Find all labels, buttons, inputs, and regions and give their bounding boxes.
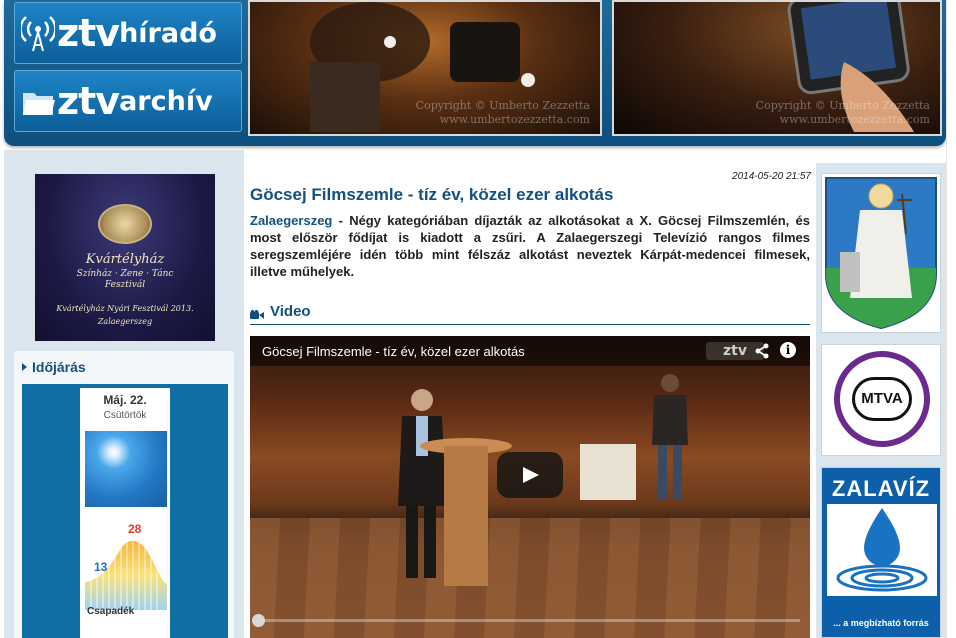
- video-frame-moderator: [652, 374, 688, 499]
- right-sidebar: MTVA ZALAVÍZ ... a megbízható forrás: [816, 163, 946, 638]
- ztv-archiv-link[interactable]: ztv archív: [14, 70, 242, 132]
- article-lead: Zalaegerszeg - Négy kategóriában díjaztá…: [250, 212, 810, 280]
- zalaviz-title: ZALAVÍZ: [831, 476, 931, 501]
- logo-hirado-text: híradó: [119, 17, 217, 49]
- folder-icon: [21, 81, 55, 121]
- header-photo-smartphone: Copyright © Umberto Zezzetta www.umberto…: [612, 0, 942, 136]
- weather-title[interactable]: Időjárás: [22, 359, 86, 375]
- photo-watermark-url: www.umbertozezzetta.com: [439, 113, 590, 126]
- temperature-high: 28: [128, 522, 142, 536]
- broadcast-icon: [19, 13, 57, 53]
- festival-banner[interactable]: Kvártélyház Színház · Zene · Tánc Feszti…: [35, 174, 215, 341]
- logo-archiv-text: archív: [119, 85, 213, 117]
- sunny-icon: [85, 431, 167, 507]
- share-icon[interactable]: [754, 343, 770, 359]
- ztv-hirado-link[interactable]: ztv híradó: [14, 2, 242, 64]
- weather-widget: Időjárás Máj. 22. Csütörtök 28 13 Csapad…: [14, 351, 234, 638]
- article-title: Göcsej Filmszemle - tíz év, közel ezer a…: [250, 185, 614, 204]
- left-sidebar: Kvártélyház Színház · Zene · Tánc Feszti…: [4, 150, 244, 638]
- video-progress-bar[interactable]: [260, 619, 800, 622]
- video-camera-icon: [250, 307, 264, 319]
- video-section-header: Video: [250, 303, 810, 325]
- zalaviz-tagline: ... a megbízható forrás: [833, 618, 929, 628]
- article-content: 2014-05-20 21:57 Göcsej Filmszemle - tíz…: [244, 150, 816, 638]
- site-header: ztv híradó ztv archív Copyright © Umbert…: [4, 0, 946, 146]
- photo-watermark: Copyright © Umberto Zezzetta: [415, 99, 590, 112]
- festival-subtitle-2: Fesztivál: [104, 280, 146, 290]
- video-progress-handle[interactable]: [252, 614, 265, 627]
- video-player[interactable]: Göcsej Filmszemle - tíz év, közel ezer a…: [250, 336, 810, 638]
- water-drop-icon: [827, 504, 937, 596]
- weather-day-card: Máj. 22. Csütörtök 28 13 Csapadék: [80, 388, 170, 638]
- weather-weekday: Csütörtök: [103, 410, 147, 421]
- weather-date: Máj. 22.: [103, 393, 147, 407]
- logo-ztv-text: ztv: [57, 11, 120, 55]
- header-photo-camera-crew: Copyright © Umberto Zezzetta www.umberto…: [248, 0, 602, 136]
- photo-watermark-url: www.umbertozezzetta.com: [779, 113, 930, 126]
- festival-city: Zalaegerszeg: [97, 317, 153, 326]
- article-location: Zalaegerszeg: [250, 213, 333, 228]
- info-icon[interactable]: i: [780, 342, 796, 358]
- festival-title: Kvártélyház: [85, 252, 165, 267]
- play-button[interactable]: [497, 452, 563, 498]
- zalaegerszeg-coat-of-arms[interactable]: [821, 173, 941, 333]
- video-frame-table: [580, 444, 636, 500]
- zalaviz-logo[interactable]: ZALAVÍZ ... a megbízható forrás: [821, 467, 941, 638]
- festival-footer: Kvártélyház Nyári Fesztivál 2013.: [56, 304, 194, 313]
- temperature-chart: 28 13: [85, 522, 167, 610]
- mtva-logo[interactable]: MTVA: [821, 344, 941, 456]
- triangle-right-icon: [22, 363, 27, 371]
- precipitation-label: Csapadék: [87, 606, 135, 617]
- temperature-low: 13: [94, 560, 108, 574]
- article-date: 2014-05-20 21:57: [732, 171, 811, 182]
- weather-panel: Máj. 22. Csütörtök 28 13 Csapadék: [22, 384, 228, 638]
- video-title[interactable]: Göcsej Filmszemle - tíz év, közel ezer a…: [262, 344, 525, 359]
- photo-watermark: Copyright © Umberto Zezzetta: [755, 99, 930, 112]
- article-lead-text: - Négy kategóriában díjazták az alkotáso…: [250, 213, 810, 279]
- theater-building-image: [98, 204, 152, 244]
- mtva-ring: MTVA: [834, 351, 930, 447]
- page-edge: [946, 0, 956, 638]
- mtva-text: MTVA: [861, 390, 903, 407]
- weather-title-text: Időjárás: [32, 359, 86, 375]
- video-section-label: Video: [270, 303, 311, 320]
- festival-subtitle: Színház · Zene · Tánc: [76, 269, 174, 279]
- logo-ztv-text: ztv: [57, 79, 120, 123]
- mtva-badge: MTVA: [852, 377, 912, 421]
